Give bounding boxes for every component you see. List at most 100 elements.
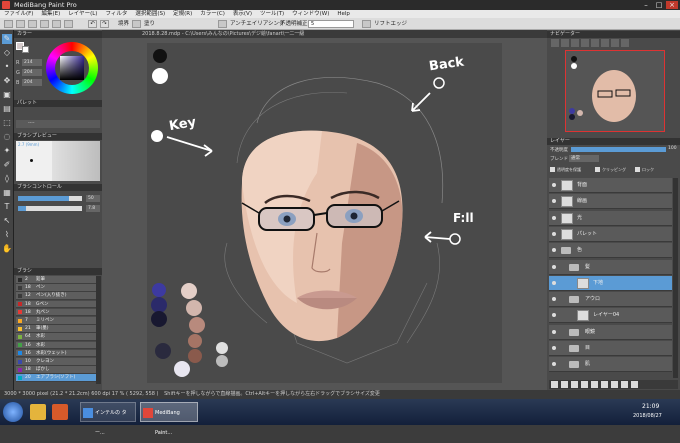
brush-item[interactable]: 10 クレヨン	[16, 358, 96, 366]
rotate-right-icon[interactable]	[601, 39, 609, 47]
menu-view[interactable]: 表示(V)	[229, 10, 256, 18]
brush-item[interactable]: 2 鉛筆	[16, 276, 96, 284]
visibility-eye-icon[interactable]	[552, 362, 556, 367]
layer-row[interactable]: アウロ	[549, 292, 672, 308]
b-value-field[interactable]: 204	[22, 79, 42, 86]
delete-layer-icon[interactable]	[631, 381, 638, 388]
operation-tool-icon[interactable]: ↖	[2, 216, 12, 226]
visibility-eye-icon[interactable]	[552, 183, 556, 187]
settings-button[interactable]	[64, 20, 73, 28]
menu-edit[interactable]: 編集(E)	[37, 10, 64, 18]
blend-select[interactable]: 通常	[569, 155, 599, 162]
visibility-eye-icon[interactable]	[552, 280, 556, 285]
menu-color[interactable]: カラー(C)	[196, 10, 229, 18]
share-button[interactable]	[52, 20, 61, 28]
menu-ruler[interactable]: 定規(R)	[169, 10, 196, 18]
maximize-button[interactable]: □	[653, 1, 665, 9]
layer-row[interactable]: 下地	[549, 275, 672, 291]
brush-item[interactable]: 21 筆(墨)	[16, 325, 96, 333]
layer-row[interactable]: 線画	[549, 194, 672, 210]
layer-row[interactable]: 眼鏡	[549, 324, 672, 340]
magic-wand-icon[interactable]: ✦	[2, 146, 12, 156]
new-folder-icon[interactable]	[571, 381, 578, 388]
eraser-tool-icon[interactable]: ◇	[2, 48, 12, 58]
brush-item[interactable]: 12 ペン(入り抜き)	[16, 292, 96, 300]
layer-row[interactable]: レイヤー04	[549, 308, 672, 324]
brush-tool-icon[interactable]: ✎	[2, 34, 12, 44]
brush-item[interactable]: 64 水彩	[16, 333, 96, 341]
fill-tool-icon[interactable]: ▣	[2, 90, 12, 100]
taskbar-task-1[interactable]: インテルの ター...	[80, 402, 136, 436]
text-tool-icon[interactable]: T	[2, 202, 12, 212]
redo-icon[interactable]: ↷	[100, 20, 109, 28]
saturation-value-square[interactable]	[60, 56, 84, 80]
layer-opacity-slider[interactable]	[571, 147, 666, 152]
eyedropper-icon[interactable]: ⌇	[2, 230, 12, 240]
new-halftone-layer-icon[interactable]	[561, 381, 568, 388]
menu-tool[interactable]: ツール(T)	[256, 10, 288, 18]
layer-row[interactable]: 肌	[549, 357, 672, 373]
start-button[interactable]	[3, 402, 23, 422]
layer-row[interactable]: 背面	[549, 178, 672, 193]
canvas-area[interactable]: Back Key F:ll	[102, 38, 547, 390]
lock-checkbox[interactable]	[635, 167, 640, 172]
explorer-icon[interactable]	[30, 404, 46, 420]
layer-row[interactable]: パレット	[549, 226, 672, 242]
divide-tool-icon[interactable]: ▦	[2, 188, 12, 198]
taskbar-task-2[interactable]: MediBang Paint...	[140, 402, 198, 436]
gradient-tool-icon[interactable]: ▤	[2, 104, 12, 114]
dot-tool-icon[interactable]: •	[2, 62, 12, 72]
brush-size-slider[interactable]	[18, 196, 82, 201]
brush-item[interactable]: 16 水彩(ウェット)	[16, 349, 96, 358]
new-layer-icon[interactable]	[551, 381, 558, 388]
merge-layer-icon[interactable]	[591, 381, 598, 388]
menu-select[interactable]: 選択範囲(S)	[131, 10, 169, 18]
visibility-eye-icon[interactable]	[552, 248, 556, 253]
move-tool-icon[interactable]: ✥	[2, 76, 12, 86]
select-pen-icon[interactable]: ✐	[2, 160, 12, 170]
menu-help[interactable]: Help	[333, 10, 354, 18]
layer-settings-icon[interactable]	[621, 381, 628, 388]
brush-list-scrollbar[interactable]	[96, 276, 101, 384]
undo-icon[interactable]: ↶	[88, 20, 97, 28]
palette-select[interactable]: ----	[16, 120, 100, 128]
media-player-icon[interactable]	[52, 404, 68, 420]
r-value-field[interactable]: 214	[22, 59, 42, 66]
menu-window[interactable]: ウィンドウ(W)	[288, 10, 333, 18]
navigator-preview[interactable]	[565, 50, 665, 132]
background-color-swatch[interactable]	[22, 46, 29, 53]
visibility-eye-icon[interactable]	[552, 329, 556, 334]
g-value-field[interactable]: 204	[22, 69, 42, 76]
visibility-eye-icon[interactable]	[552, 313, 556, 318]
cloud-button[interactable]	[40, 20, 49, 28]
open-file-button[interactable]	[16, 20, 25, 28]
minimize-button[interactable]: –	[640, 1, 652, 9]
new-file-button[interactable]	[4, 20, 13, 28]
brush-item[interactable]: 18 ペン	[16, 284, 96, 292]
brush-size-value[interactable]: 50	[86, 195, 100, 202]
close-button[interactable]: ×	[666, 1, 678, 9]
brush-item[interactable]: 18 ぼかし	[16, 366, 96, 374]
hand-tool-icon[interactable]: ✋	[2, 244, 12, 254]
flip-icon[interactable]	[611, 39, 619, 47]
layer-row[interactable]: 目	[549, 341, 672, 356]
width-select[interactable]: 5	[308, 20, 354, 28]
actual-size-icon[interactable]	[581, 39, 589, 47]
layer-list-scrollbar[interactable]	[673, 178, 678, 378]
rotate-left-icon[interactable]	[591, 39, 599, 47]
menu-file[interactable]: ファイル(F)	[0, 10, 37, 18]
brush-item[interactable]: 18 Gペン	[16, 300, 96, 309]
visibility-eye-icon[interactable]	[552, 231, 556, 236]
brush-item[interactable]: 18 丸ペン	[16, 308, 96, 317]
brush-item[interactable]: 16 水彩	[16, 341, 96, 350]
layer-row[interactable]: 色	[549, 243, 672, 259]
fit-icon[interactable]	[571, 39, 579, 47]
document-tab[interactable]: 2018.8.28.mdp - C:\Users\みんなの\Pictures\デ…	[102, 30, 547, 38]
select-tool-icon[interactable]: ⬚	[2, 118, 12, 128]
visibility-eye-icon[interactable]	[552, 346, 556, 350]
zoom-in-icon[interactable]	[551, 39, 559, 47]
lift-edge-checkbox[interactable]	[362, 20, 371, 28]
visibility-eye-icon[interactable]	[552, 264, 556, 269]
zoom-out-icon[interactable]	[561, 39, 569, 47]
menu-filter[interactable]: フィルタ	[101, 10, 131, 18]
